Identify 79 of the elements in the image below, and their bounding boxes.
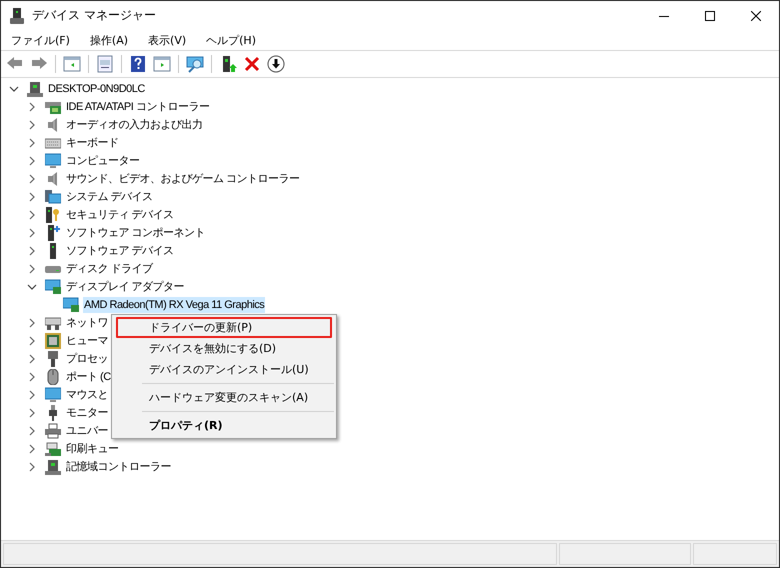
monitor-icon xyxy=(45,153,61,169)
delete-icon[interactable] xyxy=(243,55,261,73)
expand-chevron-icon[interactable] xyxy=(27,228,37,238)
expand-chevron-icon[interactable] xyxy=(27,372,37,382)
download-icon[interactable] xyxy=(267,55,285,73)
expand-chevron-icon[interactable] xyxy=(27,264,37,274)
component-icon xyxy=(45,225,61,241)
tree-item[interactable]: ディスク ドライブ xyxy=(65,261,154,277)
menu-item[interactable]: 表示(V) xyxy=(142,32,192,48)
system-icon xyxy=(45,189,61,205)
menu-item[interactable]: 操作(A) xyxy=(84,32,134,48)
collapse-chevron-icon[interactable] xyxy=(9,84,19,94)
maximize-icon[interactable] xyxy=(705,10,715,20)
expand-chevron-icon[interactable] xyxy=(27,336,37,346)
tree-item[interactable]: AMD Radeon(TM) RX Vega 11 Graphics xyxy=(83,297,266,313)
key-icon xyxy=(45,207,61,223)
panel-icon[interactable] xyxy=(63,55,81,73)
tree-item[interactable]: マウスと xyxy=(65,387,109,403)
expand-chevron-icon[interactable] xyxy=(27,192,37,202)
tree-item[interactable]: ディスプレイ アダプター xyxy=(65,279,186,295)
monitor-icon xyxy=(45,387,61,403)
panel-icon[interactable] xyxy=(153,55,171,73)
collapse-chevron-icon[interactable] xyxy=(27,282,37,292)
tree-item[interactable]: 記憶域コントローラー xyxy=(65,459,172,475)
tree-item[interactable]: セキュリティ デバイス xyxy=(65,207,175,223)
expand-chevron-icon[interactable] xyxy=(27,408,37,418)
tree-item[interactable]: ヒューマ xyxy=(65,333,109,349)
menu-item[interactable]: ヘルプ(H) xyxy=(200,32,262,48)
hub-icon xyxy=(45,459,61,475)
menu-item[interactable]: デバイスのアンインストール(U) xyxy=(116,359,332,380)
mouse-icon xyxy=(45,369,61,385)
scan-icon[interactable] xyxy=(186,55,204,73)
storage-icon xyxy=(45,441,61,457)
device-icon xyxy=(9,8,25,24)
expand-chevron-icon[interactable] xyxy=(27,318,37,328)
tree-item[interactable]: モニター xyxy=(65,405,109,421)
expand-chevron-icon[interactable] xyxy=(27,138,37,148)
chip-icon xyxy=(45,333,61,349)
tree-item[interactable]: コンピューター xyxy=(65,153,140,169)
tree-item[interactable]: サウンド、ビデオ、およびゲーム コントローラー xyxy=(65,171,301,187)
expand-chevron-icon[interactable] xyxy=(27,156,37,166)
drive-card-icon xyxy=(45,99,61,115)
menu-item[interactable]: ファイル(F) xyxy=(5,32,76,48)
properties-icon[interactable] xyxy=(96,55,114,73)
tree-item[interactable]: IDE ATA/ATAPI コントローラー xyxy=(65,99,210,115)
plug-icon xyxy=(45,351,61,367)
tree-item[interactable]: オーディオの入力および出力 xyxy=(65,117,204,133)
expand-chevron-icon[interactable] xyxy=(27,246,37,256)
display-card-icon xyxy=(45,279,61,295)
expand-chevron-icon[interactable] xyxy=(27,102,37,112)
menu-item[interactable]: ハードウェア変更のスキャン(A) xyxy=(116,387,332,408)
expand-chevron-icon[interactable] xyxy=(27,120,37,130)
tree-item[interactable]: ユニバー xyxy=(65,423,109,439)
menu-item[interactable]: デバイスを無効にする(D) xyxy=(116,338,332,359)
tree-item[interactable]: システム デバイス xyxy=(65,189,154,205)
tree-item[interactable]: ソフトウェア デバイス xyxy=(65,243,175,259)
tree-item[interactable]: ネットワ xyxy=(65,315,109,331)
menu-item[interactable]: プロパティ(R) xyxy=(116,415,332,436)
menu-item[interactable]: ドライバーの更新(P) xyxy=(116,317,332,338)
expand-chevron-icon[interactable] xyxy=(27,354,37,364)
expand-chevron-icon[interactable] xyxy=(27,210,37,220)
window-title: デバイス マネージャー xyxy=(32,7,157,24)
keyboard-icon xyxy=(45,315,61,331)
close-icon[interactable] xyxy=(751,10,761,20)
expand-chevron-icon[interactable] xyxy=(27,390,37,400)
expand-chevron-icon[interactable] xyxy=(27,174,37,184)
tree-item[interactable]: ソフトウェア コンポーネント xyxy=(65,225,206,241)
tree-item[interactable]: キーボード xyxy=(65,135,120,151)
display-card-icon xyxy=(63,297,79,313)
expand-chevron-icon[interactable] xyxy=(27,444,37,454)
help-icon[interactable] xyxy=(129,55,147,73)
expand-chevron-icon[interactable] xyxy=(27,462,37,472)
expand-chevron-icon[interactable] xyxy=(27,426,37,436)
hub-icon xyxy=(27,81,43,97)
tree-item[interactable]: DESKTOP-0N9D0LC xyxy=(47,81,146,97)
printer-icon xyxy=(45,423,61,439)
tree-item[interactable]: プロセッ xyxy=(65,351,109,367)
tree-item[interactable]: 印刷キュー xyxy=(65,441,120,457)
tree-item[interactable]: ポート (C xyxy=(65,369,112,385)
